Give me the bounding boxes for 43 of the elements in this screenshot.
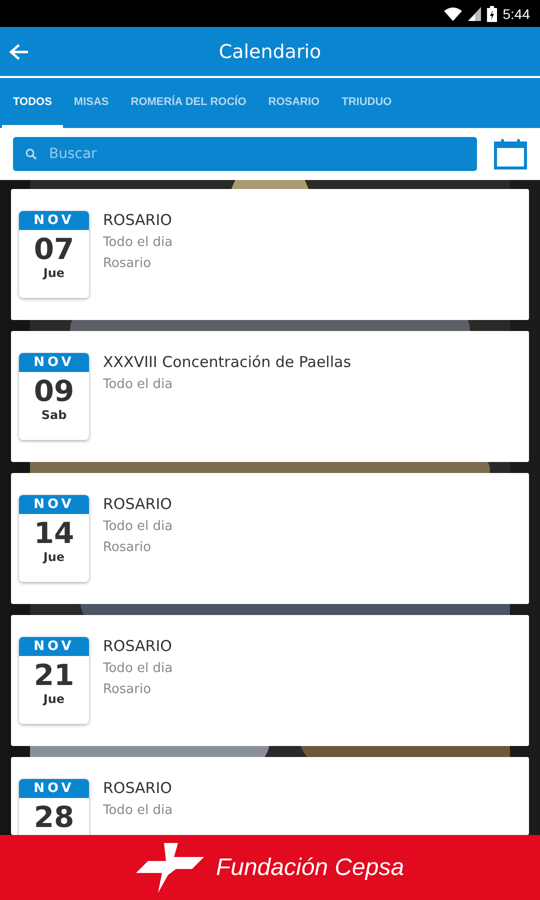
search-icon	[25, 148, 37, 160]
event-detail: Todo el dia	[103, 377, 174, 392]
status-time: 5:44	[502, 6, 530, 22]
event-detail: Todo el dia	[103, 803, 173, 818]
event-detail: Rosario	[103, 540, 152, 555]
day-number: 28	[34, 802, 74, 834]
event-detail: Todo el dia	[103, 661, 173, 676]
brand-name: Fundación Cepsa	[216, 854, 404, 882]
back-arrow-icon[interactable]	[9, 43, 29, 61]
event-title: ROSARIO	[103, 211, 173, 229]
weekday-label: Jue	[43, 266, 65, 280]
event-detail: Todo el dia	[103, 235, 173, 250]
month-label: NOV	[19, 495, 89, 514]
event-detail: Todo el dia	[103, 519, 173, 534]
event-card[interactable]: NOV 28 ROSARIO Todo el dia	[11, 757, 529, 835]
screen-title: Calendario	[218, 40, 322, 62]
month-label: NOV	[19, 211, 89, 230]
wifi-icon	[444, 6, 462, 20]
day-number: 14	[34, 518, 74, 550]
battery-icon	[486, 6, 497, 22]
event-detail: Rosario	[103, 256, 152, 271]
month-label: NOV	[19, 637, 89, 656]
event-title: ROSARIO	[103, 495, 173, 513]
day-number: 09	[34, 376, 74, 408]
search-field[interactable]: Buscar	[13, 137, 477, 171]
cross-logo-icon	[136, 842, 204, 892]
event-title: XXXVIII Concentración de Paellas	[103, 353, 352, 371]
month-label: NOV	[19, 779, 89, 798]
event-title: ROSARIO	[103, 779, 173, 797]
weekday-label: Jue	[43, 550, 65, 564]
event-title: ROSARIO	[103, 637, 173, 655]
event-card[interactable]: NOV 09 Sab XXXVIII Concentración de Paellas Todo el dia	[11, 331, 529, 462]
event-card[interactable]: NOV 07 Jue ROSARIO Todo el dia Rosario	[11, 189, 529, 320]
calendar-icon[interactable]	[494, 138, 527, 170]
day-number: 07	[34, 234, 74, 266]
weekday-label: Jue	[43, 692, 65, 706]
weekday-label: Sab	[41, 408, 67, 422]
month-label: NOV	[19, 353, 89, 372]
day-number: 21	[34, 660, 74, 692]
event-card[interactable]: NOV 21 Jue ROSARIO Todo el dia Rosario	[11, 615, 529, 746]
event-detail: Rosario	[103, 682, 152, 697]
event-card[interactable]: NOV 14 Jue ROSARIO Todo el dia Rosario	[11, 473, 529, 604]
signal-icon	[468, 6, 481, 20]
